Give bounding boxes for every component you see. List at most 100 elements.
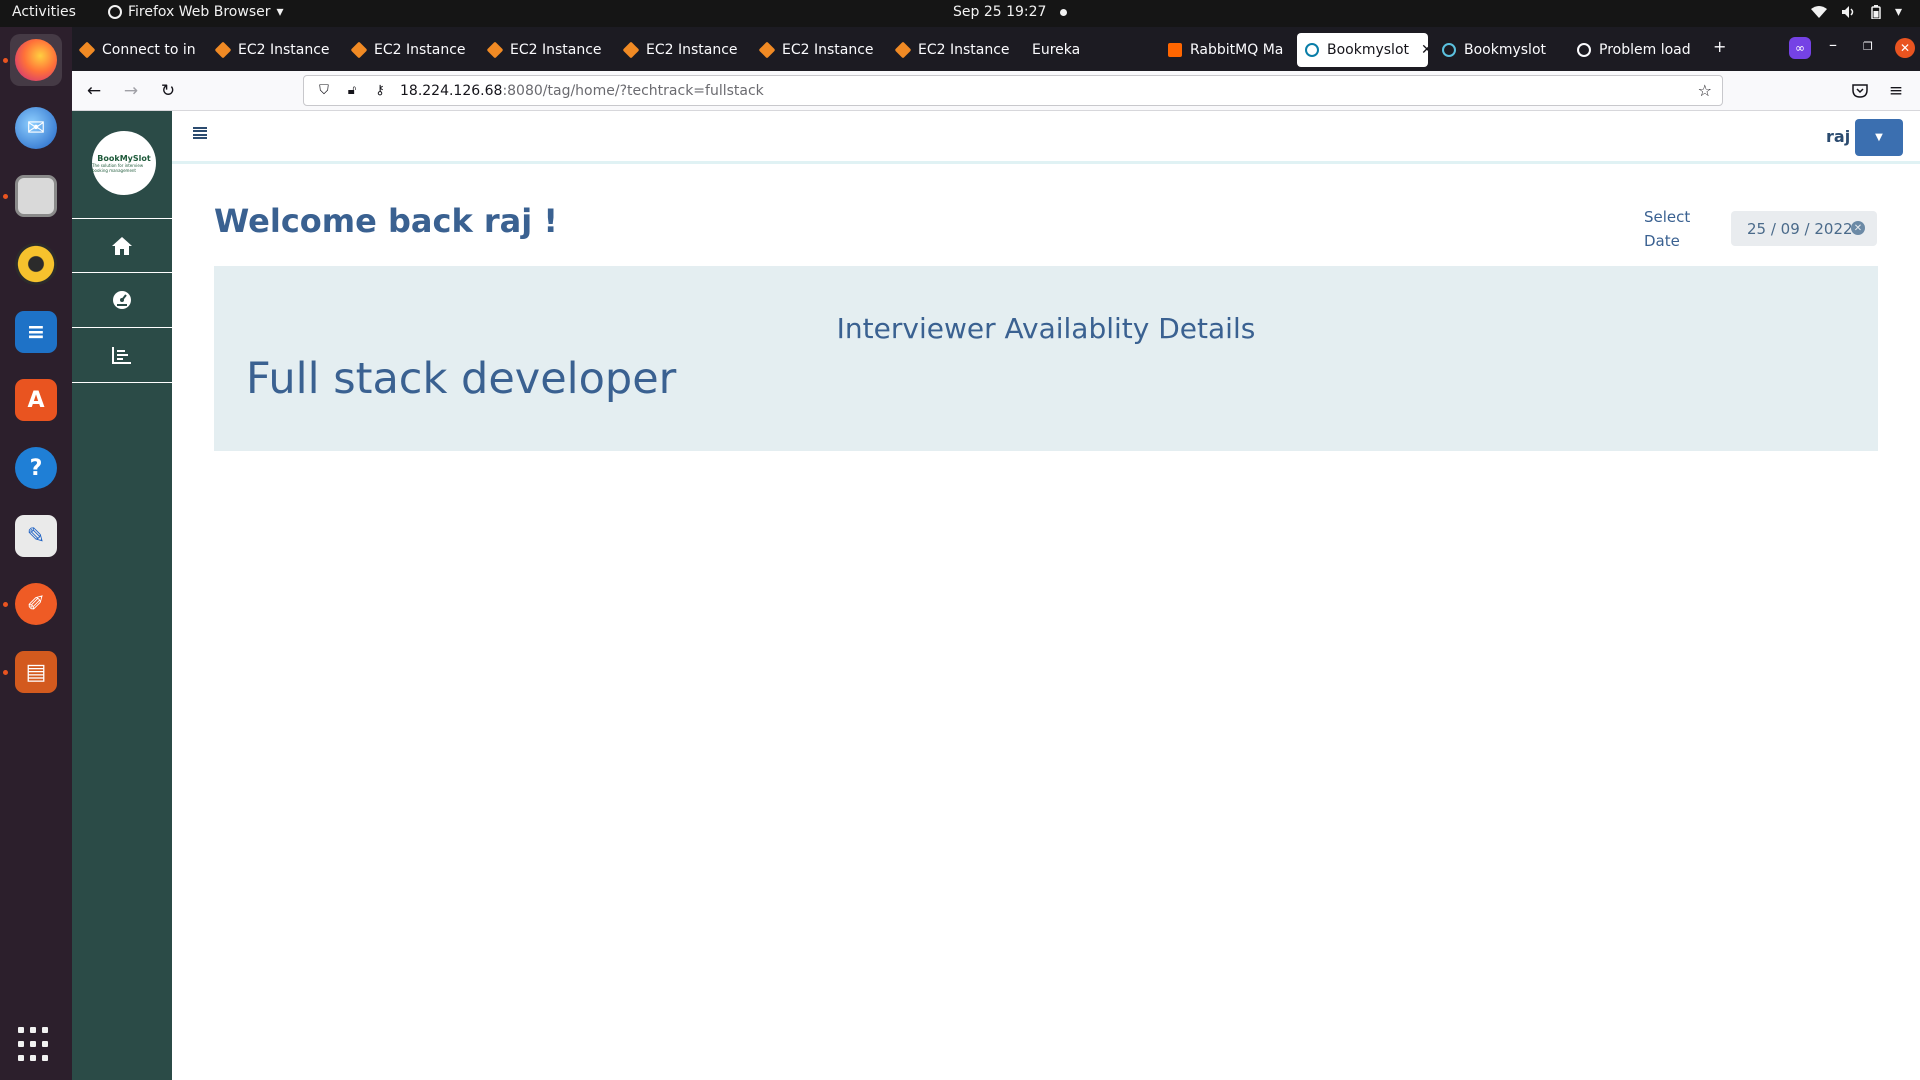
- date-picker-input[interactable]: 25 / 09 / 2022 ✕: [1731, 211, 1877, 246]
- browser-tab[interactable]: Connect to in: [72, 33, 196, 67]
- dock-files[interactable]: [10, 170, 62, 222]
- sidebar-item-dashboard[interactable]: [72, 273, 172, 328]
- notification-dot-icon: [1060, 8, 1068, 16]
- pocket-icon[interactable]: [1848, 79, 1872, 103]
- minimize-icon[interactable]: –: [1829, 35, 1837, 54]
- tab-label: Bookmyslot: [1327, 42, 1410, 58]
- dock-postman[interactable]: ✐: [10, 578, 62, 630]
- browser-tab[interactable]: Eureka: [1024, 33, 1134, 67]
- page-title: Welcome back raj !: [214, 202, 558, 240]
- logo-text: BookMySlot: [97, 153, 151, 163]
- bookmyslot-logo[interactable]: BookMySlot The solution for interview bo…: [92, 131, 156, 195]
- sidebar-item-reports[interactable]: [72, 328, 172, 383]
- running-indicator-icon: [3, 670, 8, 675]
- browser-tab[interactable]: RabbitMQ Ma: [1160, 33, 1284, 67]
- libreoffice-writer-icon: ≡: [15, 311, 57, 353]
- system-top-bar: Activities Firefox Web Browser ▾ Sep 25 …: [0, 0, 1920, 27]
- clear-date-icon[interactable]: ✕: [1851, 221, 1865, 235]
- panel-heading: Interviewer Availablity Details: [836, 312, 1256, 345]
- dock-app-center[interactable]: A: [10, 374, 62, 426]
- app-menu[interactable]: Firefox Web Browser ▾: [108, 4, 284, 20]
- tab-label: EC2 Instance: [918, 42, 1010, 58]
- aws-icon: [214, 41, 232, 59]
- chevron-down-icon: ▾: [1894, 4, 1902, 20]
- postman-icon: ✐: [15, 583, 57, 625]
- availability-panel: Interviewer Availablity Details Full sta…: [214, 266, 1878, 451]
- tab-label: Eureka: [1032, 42, 1081, 58]
- insecure-lock-icon[interactable]: 🔓︎: [344, 83, 360, 98]
- chart-bar-icon: [112, 347, 131, 364]
- running-indicator-icon: [3, 194, 8, 199]
- running-indicator-icon: [3, 58, 8, 63]
- home-icon: [112, 236, 132, 255]
- browser-tab[interactable]: EC2 Instance: [752, 33, 876, 67]
- user-dropdown-button[interactable]: ▼: [1855, 119, 1903, 156]
- menu-toggle-icon[interactable]: [193, 127, 207, 139]
- date-value: 25 / 09 / 2022: [1747, 219, 1853, 238]
- close-tab-icon[interactable]: ✕: [1421, 42, 1428, 58]
- firefox-menu-icon: [108, 5, 122, 19]
- browser-tab[interactable]: EC2 Instance: [616, 33, 740, 67]
- tab-strip: Connect to in EC2 Instance EC2 Instance …: [72, 27, 1920, 71]
- help-icon: ?: [15, 447, 57, 489]
- activities-button[interactable]: Activities: [12, 4, 76, 20]
- browser-tab[interactable]: EC2 Instance: [208, 33, 332, 67]
- dock-rhythmbox[interactable]: [10, 238, 62, 290]
- browser-tab[interactable]: EC2 Instance: [888, 33, 1012, 67]
- url-text[interactable]: 18.224.126.68:8080/tag/home/?techtrack=f…: [400, 83, 764, 99]
- browser-tab[interactable]: EC2 Instance: [344, 33, 468, 67]
- tab-label: RabbitMQ Ma: [1190, 42, 1284, 58]
- rhythmbox-icon: [15, 243, 57, 285]
- tech-track-title: Full stack developer: [246, 354, 677, 404]
- private-browsing-icon[interactable]: ∞: [1789, 37, 1811, 59]
- tab-label: EC2 Instance: [782, 42, 874, 58]
- system-tray[interactable]: ▾: [1810, 4, 1902, 20]
- tab-label: EC2 Instance: [238, 42, 330, 58]
- browser-tab[interactable]: Problem load: [1569, 33, 1693, 67]
- dock-impress[interactable]: ▤: [10, 646, 62, 698]
- sidebar-item-home[interactable]: [72, 218, 172, 273]
- react-icon: [1442, 43, 1456, 57]
- reload-icon[interactable]: ↻: [156, 79, 180, 103]
- app-sidebar: BookMySlot The solution for interview bo…: [72, 111, 172, 1080]
- browser-tab[interactable]: Bookmyslot: [1434, 33, 1558, 67]
- info-icon: [1577, 43, 1591, 57]
- url-bar[interactable]: ⛉ 🔓︎ ⚷ 18.224.126.68:8080/tag/home/?tech…: [303, 75, 1723, 106]
- hamburger-menu-icon[interactable]: ≡: [1884, 79, 1908, 103]
- aws-icon: [486, 41, 504, 59]
- logo-tagline: The solution for interview booking manag…: [92, 162, 144, 173]
- tab-label: Problem load: [1599, 42, 1691, 58]
- dock-thunderbird[interactable]: ✉: [10, 102, 62, 154]
- show-applications-icon[interactable]: [18, 1027, 54, 1063]
- dock-firefox[interactable]: [10, 34, 62, 86]
- key-icon[interactable]: ⚷: [372, 83, 388, 98]
- clock[interactable]: Sep 25 19:27: [953, 4, 1068, 20]
- tab-label: EC2 Instance: [374, 42, 466, 58]
- bookmark-star-icon[interactable]: ☆: [1698, 81, 1712, 100]
- thunderbird-icon: ✉: [15, 107, 57, 149]
- restore-icon[interactable]: ❐: [1863, 40, 1873, 53]
- browser-tab-active[interactable]: Bookmyslot ✕: [1297, 33, 1428, 67]
- aws-icon: [78, 41, 96, 59]
- dock-text-editor[interactable]: ✎: [10, 510, 62, 562]
- dock-help[interactable]: ?: [10, 442, 62, 494]
- ubuntu-dock: ✉ ≡ A ? ✎ ✐ ▤: [0, 27, 72, 1080]
- forward-icon[interactable]: →: [119, 79, 143, 103]
- dock-writer[interactable]: ≡: [10, 306, 62, 358]
- firefox-icon: [15, 39, 57, 81]
- url-path: :8080/tag/home/?techtrack=fullstack: [502, 82, 764, 99]
- tab-label: Connect to in: [102, 42, 196, 58]
- dashboard-gauge-icon: [113, 291, 131, 309]
- tab-label: EC2 Instance: [510, 42, 602, 58]
- aws-icon: [758, 41, 776, 59]
- select-date-label: Select Date: [1644, 208, 1691, 250]
- back-icon[interactable]: ←: [82, 79, 106, 103]
- new-tab-icon[interactable]: +: [1713, 37, 1726, 56]
- browser-tab[interactable]: EC2 Instance: [480, 33, 604, 67]
- running-indicator-icon: [3, 602, 8, 607]
- shield-icon[interactable]: ⛉: [316, 83, 332, 98]
- app-center-icon: A: [15, 379, 57, 421]
- close-window-icon[interactable]: ✕: [1895, 38, 1915, 58]
- aws-icon: [350, 41, 368, 59]
- libreoffice-impress-icon: ▤: [15, 651, 57, 693]
